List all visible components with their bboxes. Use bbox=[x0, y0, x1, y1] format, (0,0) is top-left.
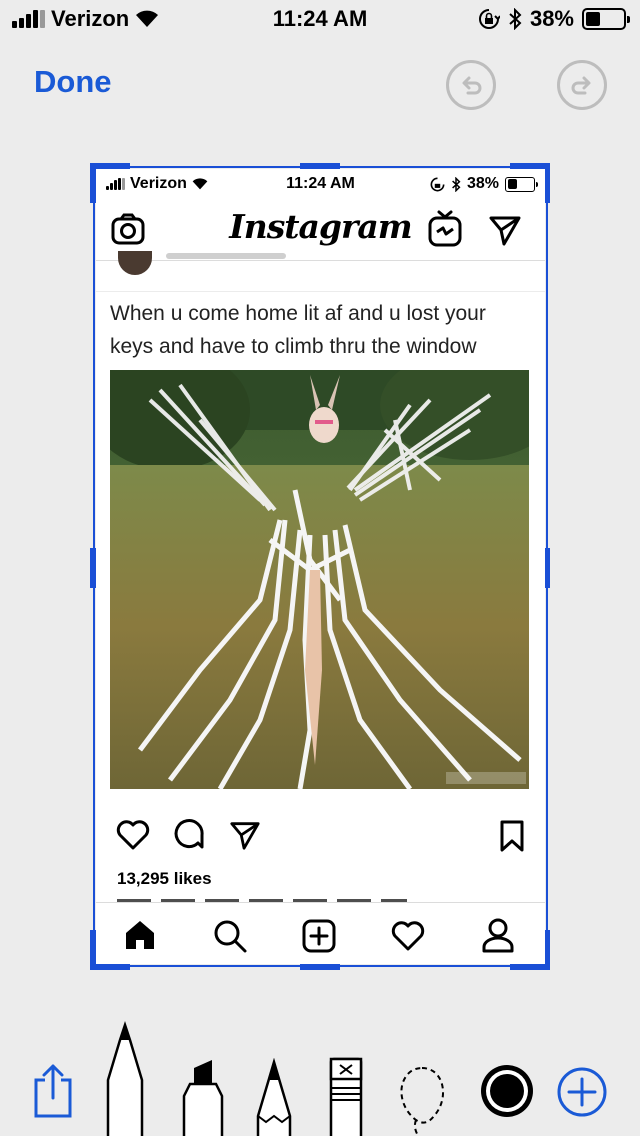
post-photo[interactable] bbox=[110, 370, 529, 789]
pencil-tool[interactable] bbox=[254, 1058, 294, 1136]
share-post-icon[interactable] bbox=[228, 819, 262, 851]
screenshot-preview: Verizon 11:24 AM 38% Instagram When u co… bbox=[96, 169, 545, 964]
pen-tool[interactable] bbox=[104, 1020, 146, 1136]
rotation-lock-icon bbox=[478, 9, 500, 29]
status-right: 38% bbox=[478, 6, 630, 32]
search-icon[interactable] bbox=[212, 918, 248, 954]
redo-button[interactable] bbox=[557, 60, 607, 110]
undo-icon bbox=[462, 76, 482, 95]
divider bbox=[96, 291, 545, 292]
avatar[interactable] bbox=[118, 251, 152, 275]
paper-plane-icon bbox=[489, 216, 521, 246]
bookmark-icon[interactable] bbox=[498, 819, 526, 853]
direct-message-button[interactable] bbox=[486, 211, 524, 249]
undo-button[interactable] bbox=[446, 60, 496, 110]
username-cutoff bbox=[166, 253, 286, 259]
comment-icon[interactable] bbox=[172, 819, 206, 853]
instagram-header: Instagram bbox=[96, 199, 545, 261]
inner-battery-icon bbox=[505, 176, 538, 192]
lasso-tool[interactable] bbox=[392, 1064, 452, 1136]
status-bar: Verizon 11:24 AM 38% bbox=[0, 0, 640, 40]
add-post-icon[interactable] bbox=[301, 918, 337, 954]
inner-bluetooth-icon bbox=[452, 176, 461, 192]
battery-percent: 38% bbox=[529, 6, 574, 31]
markup-toolbar bbox=[0, 1010, 640, 1136]
post-image bbox=[110, 370, 529, 789]
crop-handle-bottom-left[interactable] bbox=[90, 964, 130, 970]
bluetooth-icon bbox=[509, 8, 522, 30]
inner-battery-percent: 38% bbox=[466, 175, 499, 192]
crop-handle-bottom[interactable] bbox=[300, 964, 340, 970]
igtv-icon bbox=[428, 210, 462, 247]
redo-icon bbox=[571, 76, 591, 95]
post-actions bbox=[96, 817, 545, 857]
home-icon[interactable] bbox=[123, 919, 157, 951]
post-caption: When u come home lit af and u lost your … bbox=[110, 302, 486, 358]
instagram-tab-bar bbox=[96, 902, 545, 964]
like-icon[interactable] bbox=[116, 819, 150, 851]
profile-icon[interactable] bbox=[481, 917, 515, 953]
done-button[interactable]: Done bbox=[34, 64, 112, 100]
inner-status-right: 38% bbox=[430, 175, 538, 193]
likes-count[interactable]: 13,295 likes bbox=[117, 869, 212, 889]
add-icon[interactable] bbox=[556, 1066, 608, 1118]
eraser-tool[interactable] bbox=[328, 1056, 364, 1136]
inner-status-bar: Verizon 11:24 AM 38% bbox=[96, 169, 545, 199]
igtv-button[interactable] bbox=[426, 209, 464, 249]
heart-icon[interactable] bbox=[390, 920, 426, 952]
inner-rotation-lock-icon bbox=[430, 177, 445, 191]
instagram-logo: Instagram bbox=[229, 207, 412, 246]
share-icon[interactable] bbox=[32, 1062, 74, 1120]
battery-icon bbox=[582, 8, 630, 30]
color-picker[interactable] bbox=[478, 1062, 536, 1120]
marker-tool[interactable] bbox=[180, 1056, 226, 1136]
